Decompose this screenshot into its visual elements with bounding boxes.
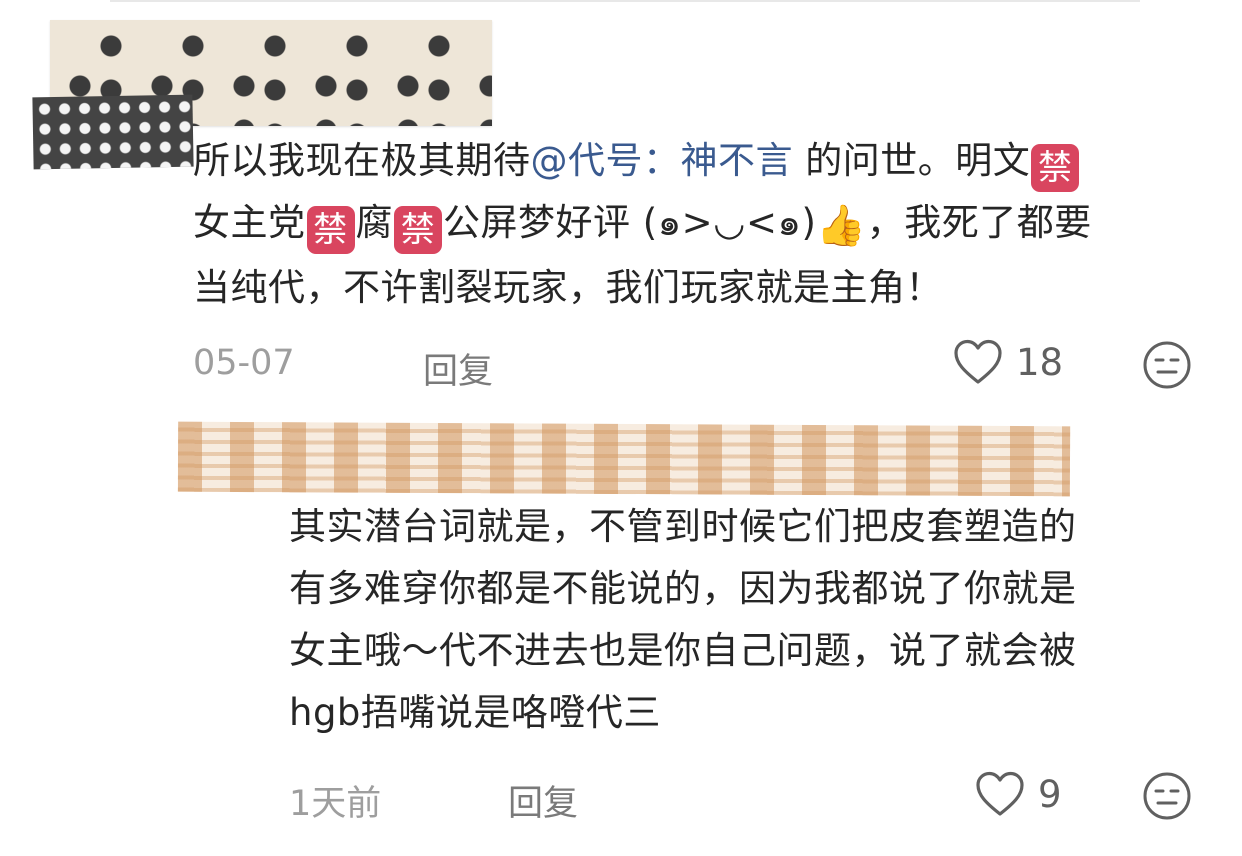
reply-comment-body: 其实潜台词就是，不管到时候它们把皮套塑造的 有多难穿你都是不能说的，因为我都说了… — [289, 496, 1189, 744]
neutral-face-icon[interactable] — [1142, 340, 1192, 390]
comment-thread: 所以我现在极其期待@代号：神不言 的问世。明文禁 女主党禁腐禁公屏梦好评 (๑>… — [0, 0, 1242, 856]
heart-outline-icon — [954, 339, 1002, 384]
checkered-tape-sticker — [177, 421, 1071, 497]
heart-outline-icon — [976, 771, 1024, 816]
divider — [110, 0, 1140, 2]
prohibited-emoji-icon: 禁 — [306, 206, 355, 254]
gray-dot-tape-sticker — [32, 94, 194, 170]
comment-line: 所以我现在极其期待@代号：神不言 的问世。明文禁 — [193, 130, 1193, 192]
comment-text: 公屏梦好评 (๑>◡<๑) — [443, 201, 817, 244]
reply-button[interactable]: 回复 — [423, 343, 493, 394]
neutral-face-icon[interactable] — [1142, 771, 1192, 821]
comment-line: 女主党禁腐禁公屏梦好评 (๑>◡<๑)👍，我死了都要 — [193, 192, 1193, 257]
comment-text: 腐 — [355, 201, 393, 244]
comment-text: ，我死了都要 — [866, 201, 1092, 244]
thumbs-up-emoji-icon: 👍 — [816, 203, 867, 249]
comment-body: 所以我现在极其期待@代号：神不言 的问世。明文禁 女主党禁腐禁公屏梦好评 (๑>… — [193, 130, 1193, 319]
comment-line: 其实潜台词就是，不管到时候它们把皮套塑造的 — [289, 505, 1077, 548]
comment-line: hgb捂嘴说是咯噔代三 — [289, 691, 661, 734]
user-mention-link[interactable]: @代号：神不言 — [531, 139, 794, 182]
prohibited-emoji-icon: 禁 — [394, 206, 442, 254]
comment-date: 1天前 — [289, 784, 382, 824]
comment-line: 当纯代，不许割裂玩家，我们玩家就是主角！ — [193, 266, 943, 309]
like-button[interactable]: 18 — [952, 338, 1063, 386]
prohibited-emoji-icon: 禁 — [1031, 144, 1080, 192]
like-count: 18 — [1016, 340, 1064, 384]
comment-text: 的问世。明文 — [805, 139, 1031, 182]
reply-button[interactable]: 回复 — [508, 775, 578, 826]
comment-text: 所以我现在极其期待 — [193, 139, 531, 182]
comment-date: 05-07 — [193, 343, 295, 383]
like-button[interactable]: 9 — [974, 770, 1062, 818]
comment-text: 女主党 — [193, 201, 306, 244]
comment-line: 有多难穿你都是不能说的，因为我都说了你就是 — [289, 567, 1077, 610]
like-count: 9 — [1038, 772, 1062, 816]
comment-line: 女主哦～代不进去也是你自己问题，说了就会被 — [289, 629, 1077, 672]
